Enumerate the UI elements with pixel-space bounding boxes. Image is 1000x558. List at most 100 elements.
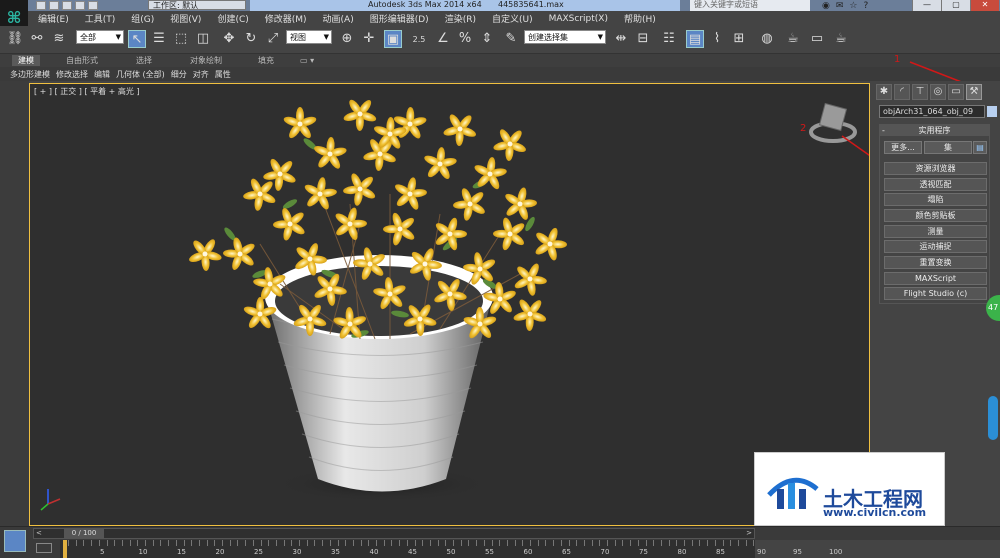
select-manipulate-icon[interactable]: ✛: [360, 30, 378, 48]
track-bar[interactable]: 5 10 15 20 25 30 35 40 45 50 55 60 65 70 75 80 85 90: [60, 540, 763, 558]
minimize-button[interactable]: —: [912, 0, 941, 11]
tab-populate[interactable]: 填充: [252, 55, 280, 66]
modify-tab-icon[interactable]: ◜: [894, 84, 910, 100]
edit-named-sets-icon[interactable]: ✎: [502, 30, 520, 48]
flight-studio-button[interactable]: Flight Studio (c): [884, 287, 987, 300]
panel-geometry-all[interactable]: 几何体 (全部): [116, 69, 165, 80]
menu-customize[interactable]: 自定义(U): [492, 12, 533, 25]
save-file-icon[interactable]: [62, 1, 72, 10]
tab-modeling[interactable]: 建模: [12, 55, 40, 66]
menu-create[interactable]: 创建(C): [217, 12, 248, 25]
menu-help[interactable]: 帮助(H): [624, 12, 656, 25]
named-selection-dropdown[interactable]: 创建选择集: [524, 30, 606, 44]
more-button[interactable]: 更多...: [884, 141, 922, 154]
measure-button[interactable]: 测量: [884, 225, 987, 238]
motion-tab-icon[interactable]: ◎: [930, 84, 946, 100]
next-frame-icon[interactable]: >: [746, 529, 752, 537]
menu-maxscript[interactable]: MAXScript(X): [549, 14, 608, 24]
hierarchy-tab-icon[interactable]: ⊤: [912, 84, 928, 100]
prev-frame-icon[interactable]: <: [36, 529, 42, 537]
menu-views[interactable]: 视图(V): [170, 12, 201, 25]
link-icon[interactable]: ⛓: [6, 30, 24, 48]
color-clipboard-button[interactable]: 颜色剪贴板: [884, 209, 987, 222]
undo-icon[interactable]: [75, 1, 85, 10]
rect-selection-icon[interactable]: ⬚: [172, 30, 190, 48]
schematic-view-icon[interactable]: ⊞: [730, 30, 748, 48]
subscription-icon[interactable]: ✉: [836, 1, 844, 11]
menu-modifiers[interactable]: 修改器(M): [265, 12, 307, 25]
bind-spacewarp-icon[interactable]: ≋: [50, 30, 68, 48]
mirror-icon[interactable]: ⇹: [612, 30, 630, 48]
menu-graph-editors[interactable]: 图形编辑器(D): [370, 12, 429, 25]
menu-edit[interactable]: 编辑(E): [38, 12, 69, 25]
tab-freeform[interactable]: 自由形式: [60, 55, 104, 66]
tab-selection[interactable]: 选择: [130, 55, 158, 66]
reset-xform-button[interactable]: 重置变换: [884, 256, 987, 269]
object-name-field[interactable]: objArch31_064_obj_09: [879, 105, 985, 118]
percent-snap-icon[interactable]: %: [456, 30, 474, 48]
viewport-perspective[interactable]: [ + ] [ 正交 ] [ 平着 + 高光 ] 2: [29, 83, 870, 526]
window-crossing-icon[interactable]: ◫: [194, 30, 212, 48]
spinner-snap-icon[interactable]: ⇕: [478, 30, 496, 48]
binoculars-icon[interactable]: ◉: [822, 1, 830, 11]
maxscript-button[interactable]: MAXScript: [884, 272, 987, 285]
new-file-icon[interactable]: [36, 1, 46, 10]
track-bar-icon[interactable]: [36, 543, 52, 553]
open-file-icon[interactable]: [49, 1, 59, 10]
close-button[interactable]: ✕: [970, 0, 999, 11]
utilities-tab-icon[interactable]: ⚒: [966, 84, 982, 100]
sets-button[interactable]: 集: [924, 141, 972, 154]
time-slider-knob[interactable]: 0 / 100: [64, 529, 104, 538]
panel-subdivision[interactable]: 细分: [171, 69, 187, 80]
reference-coord-dropdown[interactable]: 视图: [286, 30, 332, 44]
tab-object-paint[interactable]: 对象绘制: [184, 55, 228, 66]
pivot-center-icon[interactable]: ⊕: [338, 30, 356, 48]
menu-rendering[interactable]: 渲染(R): [445, 12, 476, 25]
motion-capture-button[interactable]: 运动捕捉: [884, 240, 987, 253]
collapse-button[interactable]: 塌陷: [884, 193, 987, 206]
selection-filter-dropdown[interactable]: 全部: [76, 30, 124, 44]
configure-sets-icon[interactable]: ▤: [973, 141, 987, 154]
viewcube[interactable]: [809, 102, 857, 143]
search-input[interactable]: 键入关键字或短语: [690, 0, 810, 11]
display-tab-icon[interactable]: ▭: [948, 84, 964, 100]
panel-modify-selection[interactable]: 修改选择: [56, 69, 88, 80]
panel-edit[interactable]: 编辑: [94, 69, 110, 80]
render-production-icon[interactable]: ☕: [832, 30, 850, 48]
panel-align[interactable]: 对齐: [193, 69, 209, 80]
move-icon[interactable]: ✥: [220, 30, 238, 48]
align-icon[interactable]: ⊟: [634, 30, 652, 48]
snaps-toggle-icon[interactable]: 2.5: [410, 30, 428, 48]
curve-editor-icon[interactable]: ⌇: [708, 30, 726, 48]
panel-poly-modeling[interactable]: 多边形建模: [10, 69, 50, 80]
time-slider[interactable]: < 0 / 100 >: [33, 528, 755, 539]
perspective-match-button[interactable]: 透视匹配: [884, 178, 987, 191]
menu-animation[interactable]: 动画(A): [323, 12, 354, 25]
object-color-swatch[interactable]: [987, 106, 997, 117]
mini-listener-icon[interactable]: [4, 530, 26, 552]
favorites-icon[interactable]: ☆: [849, 1, 857, 11]
select-object-icon[interactable]: ↖: [128, 30, 146, 48]
rotate-icon[interactable]: ↻: [242, 30, 260, 48]
redo-icon[interactable]: [88, 1, 98, 10]
panel-properties[interactable]: 属性: [215, 69, 231, 80]
select-by-name-icon[interactable]: ☰: [150, 30, 168, 48]
scale-icon[interactable]: ⤢: [264, 30, 282, 48]
render-setup-icon[interactable]: ☕: [784, 30, 802, 48]
graphite-toggle-icon[interactable]: ▤: [686, 30, 704, 48]
workspace-dropdown[interactable]: 工作区: 默认: [148, 0, 246, 10]
angle-snap-icon[interactable]: ∠: [434, 30, 452, 48]
unlink-icon[interactable]: ⚯: [28, 30, 46, 48]
menu-group[interactable]: 组(G): [131, 12, 154, 25]
maximize-button[interactable]: ▢: [941, 0, 970, 11]
help-icon[interactable]: ?: [863, 1, 868, 11]
floating-sidebar-handle[interactable]: [988, 396, 998, 440]
material-editor-icon[interactable]: ◍: [758, 30, 776, 48]
rendered-frame-icon[interactable]: ▭: [808, 30, 826, 48]
keyboard-shortcut-icon[interactable]: ▣: [384, 30, 402, 48]
create-tab-icon[interactable]: ✱: [876, 84, 892, 100]
menu-tools[interactable]: 工具(T): [85, 12, 116, 25]
ribbon-options-icon[interactable]: ▭ ▾: [294, 55, 320, 66]
layer-manager-icon[interactable]: ☷: [660, 30, 678, 48]
rollout-header[interactable]: - 实用程序: [879, 125, 990, 136]
